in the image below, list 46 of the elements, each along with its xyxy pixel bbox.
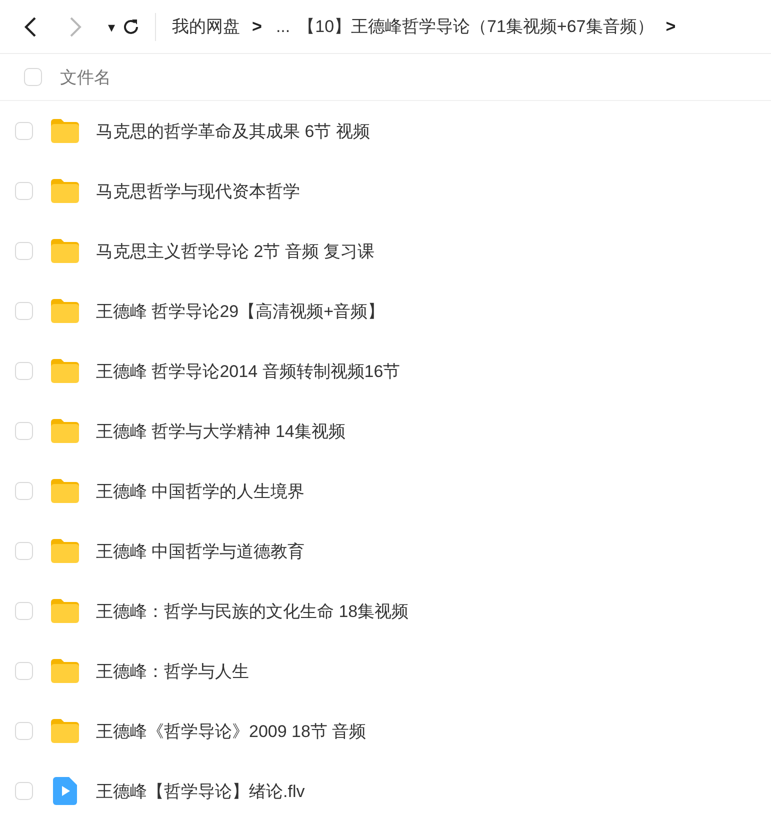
breadcrumb-link[interactable]: 【10】王德峰哲学导论（71集视频+67集音频） — [298, 15, 654, 38]
file-name[interactable]: 王德峰 中国哲学与道德教育 — [96, 540, 305, 562]
file-name[interactable]: 王德峰 哲学导论2014 音频转制视频16节 — [96, 360, 400, 382]
file-name[interactable]: 马克思的哲学革命及其成果 6节 视频 — [96, 120, 370, 142]
checkbox[interactable] — [15, 662, 33, 680]
checkbox[interactable] — [15, 182, 33, 200]
breadcrumb-separator: > — [252, 16, 262, 36]
checkbox[interactable] — [15, 122, 33, 140]
refresh-icon[interactable] — [121, 16, 141, 36]
folder-icon — [50, 298, 80, 324]
folder-icon — [50, 418, 80, 444]
folder-icon — [50, 178, 80, 204]
file-name[interactable]: 马克思哲学与现代资本哲学 — [96, 180, 300, 202]
dropdown-button[interactable]: ▾ — [108, 12, 115, 40]
folder-icon — [50, 118, 80, 144]
checkbox[interactable] — [15, 602, 33, 620]
checkbox[interactable] — [15, 782, 33, 800]
file-name[interactable]: 马克思主义哲学导论 2节 音频 复习课 — [96, 240, 375, 262]
chevron-left-icon[interactable] — [23, 16, 37, 38]
checkbox[interactable] — [15, 242, 33, 260]
folder-icon — [50, 358, 80, 384]
folder-icon — [50, 658, 80, 684]
checkbox[interactable] — [15, 542, 33, 560]
column-header[interactable]: 文件名 — [60, 66, 111, 88]
checkbox[interactable] — [24, 68, 42, 86]
folder-icon — [50, 538, 80, 564]
file-name[interactable]: 王德峰：哲学与人生 — [96, 660, 249, 682]
file-name[interactable]: 王德峰《哲学导论》2009 18节 音频 — [96, 720, 366, 742]
checkbox[interactable] — [15, 482, 33, 500]
file-name[interactable]: 王德峰 哲学导论29【高清视频+音频】 — [96, 300, 385, 322]
checkbox[interactable] — [15, 362, 33, 380]
checkbox[interactable] — [15, 422, 33, 440]
checkbox[interactable] — [15, 302, 33, 320]
file-name[interactable]: 王德峰 中国哲学的人生境界 — [96, 480, 305, 502]
video-file-icon — [53, 777, 77, 805]
folder-icon — [50, 718, 80, 744]
breadcrumb-link[interactable]: 我的网盘 — [172, 15, 240, 38]
breadcrumb-separator: > — [666, 16, 676, 36]
folder-icon — [50, 238, 80, 264]
breadcrumb-link[interactable]: ... — [276, 16, 290, 36]
file-name[interactable]: 王德峰【哲学导论】绪论.flv — [96, 780, 305, 802]
folder-icon — [50, 478, 80, 504]
file-name[interactable]: 王德峰 哲学与大学精神 14集视频 — [96, 420, 346, 442]
folder-icon — [50, 598, 80, 624]
file-name[interactable]: 王德峰：哲学与民族的文化生命 18集视频 — [96, 600, 409, 622]
checkbox[interactable] — [15, 722, 33, 740]
